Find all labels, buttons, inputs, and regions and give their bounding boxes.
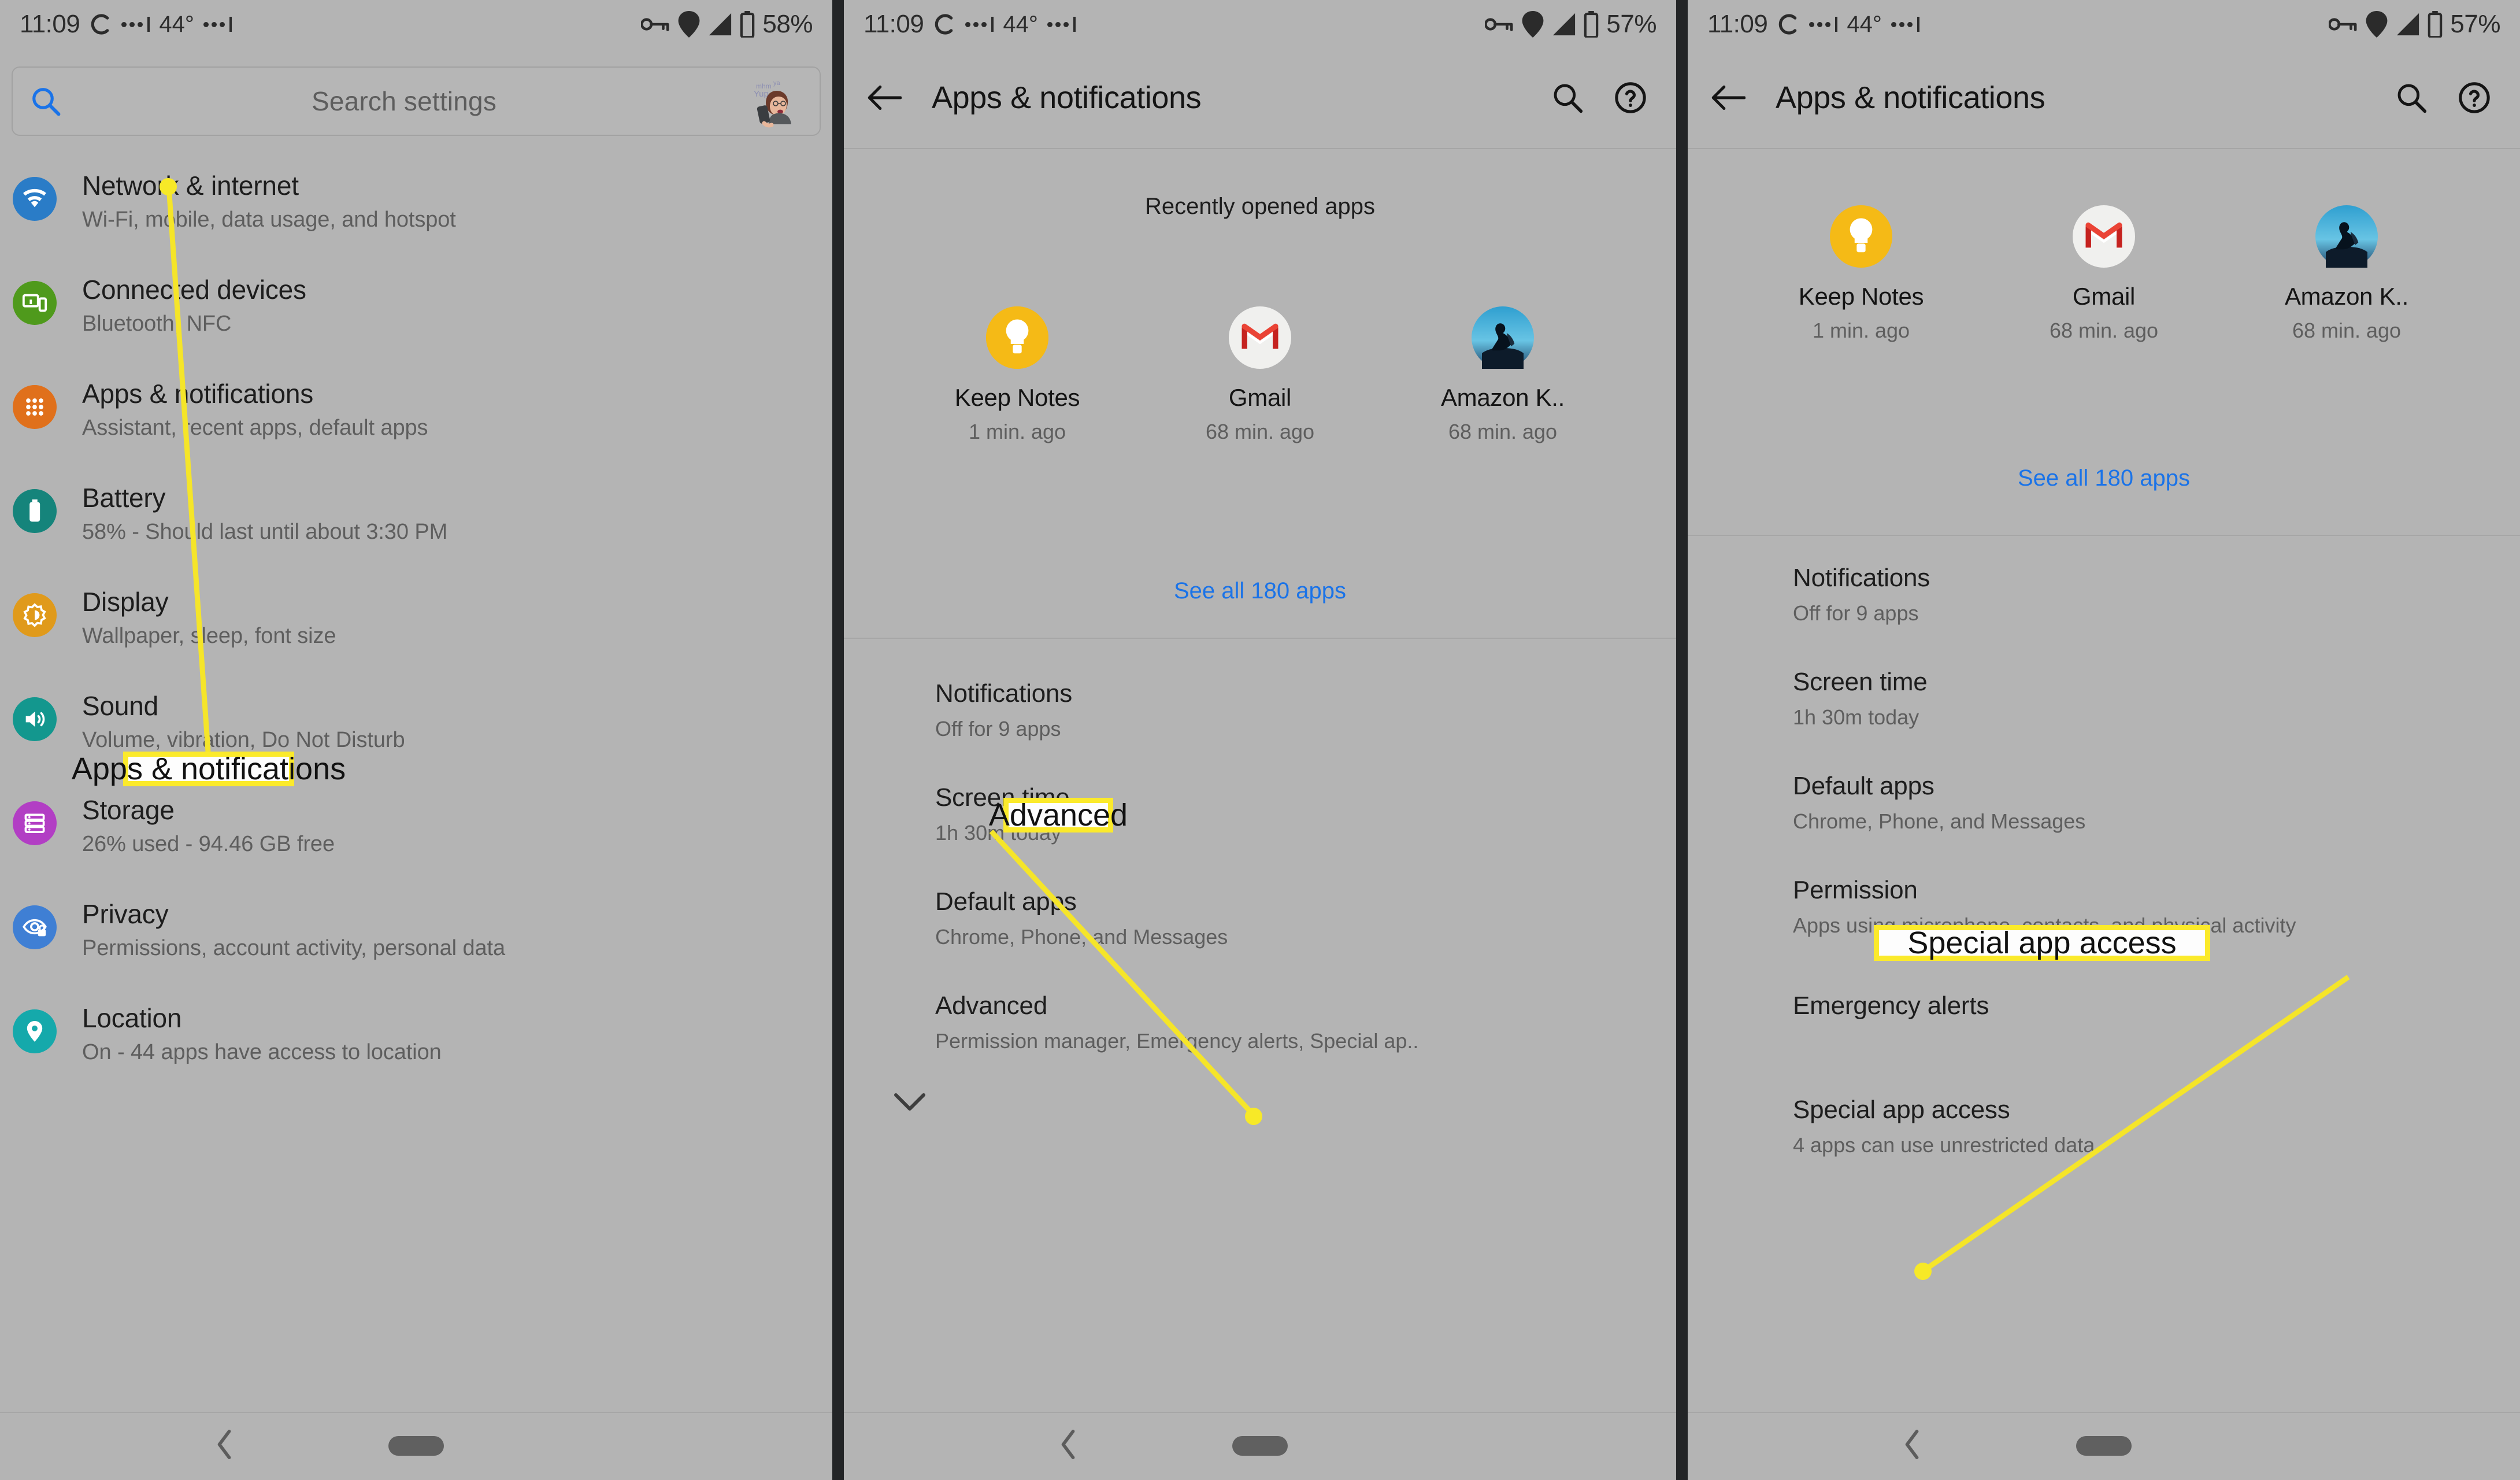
callout-anchor-dot — [160, 178, 177, 195]
callout-leader-line — [1922, 975, 2350, 1273]
callout-leader-line — [166, 186, 211, 752]
callout-apps-notifications: Apps & notifications — [71, 752, 346, 786]
three-panel-tutorial-figure: 11:09 44° 58% Search settings mhm ya Yup… — [0, 0, 2520, 1480]
panel-apps-notifications: 11:09 44° 57% Apps & notifications Recen… — [844, 0, 1676, 1480]
panel-divider-2 — [1676, 0, 1688, 1480]
callout-advanced: Advanced — [988, 798, 1128, 832]
callout-special-app-access: Special app access — [1874, 925, 2210, 961]
callout-anchor-dot — [1914, 1263, 1932, 1280]
panel-settings-home: 11:09 44° 58% Search settings mhm ya Yup… — [0, 0, 832, 1480]
callout-leader-line — [989, 829, 1257, 1118]
panel-apps-notifications-expanded: 11:09 44° 57% Apps & notifications Keep … — [1688, 0, 2520, 1480]
callout-anchor-dot — [1245, 1108, 1262, 1125]
panel-divider-1 — [832, 0, 844, 1480]
